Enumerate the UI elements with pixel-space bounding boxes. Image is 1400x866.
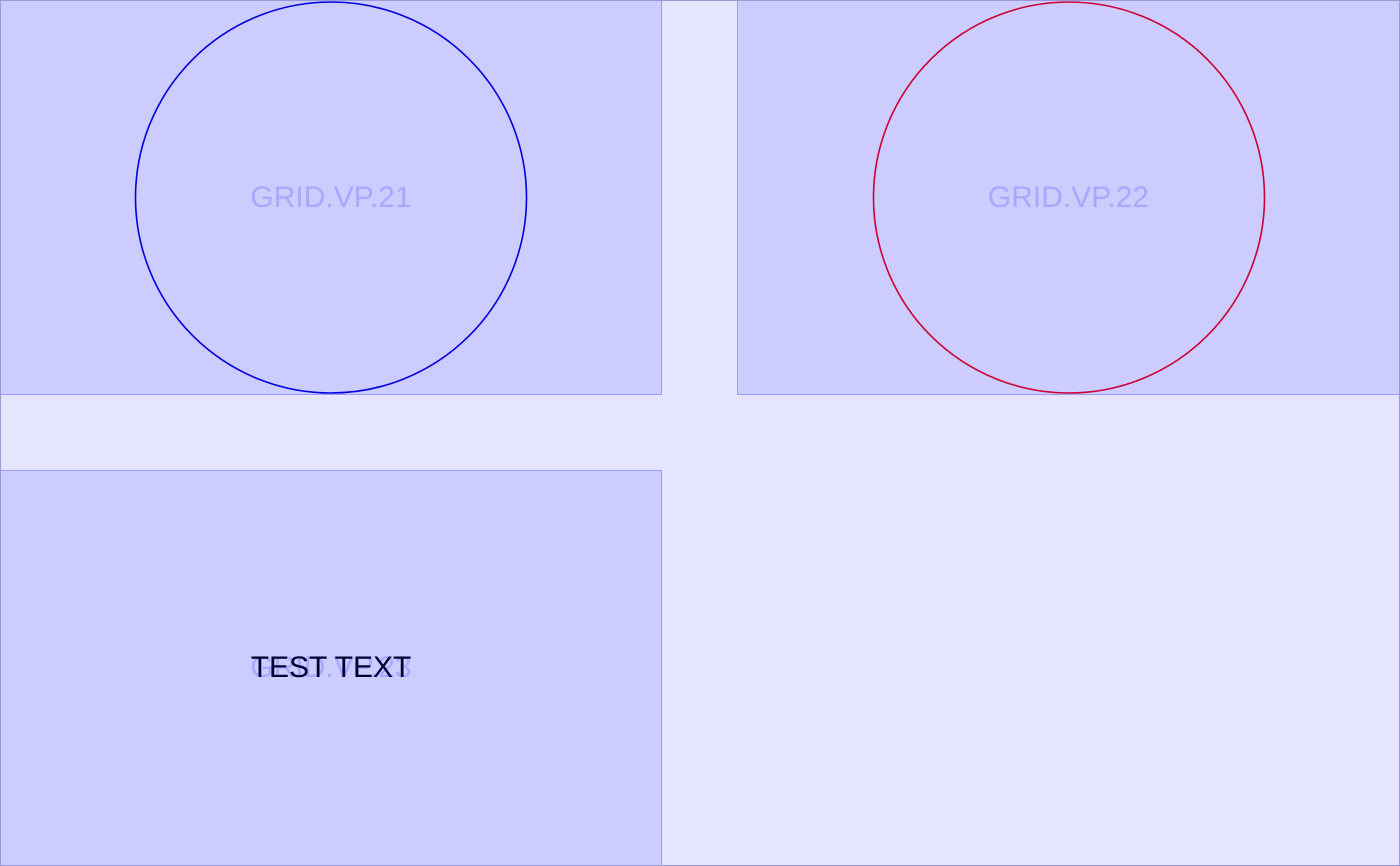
test-text: TEST TEXT: [250, 651, 412, 684]
viewport-21-circle-graphic: [134, 1, 528, 394]
blue-circle: [134, 1, 528, 394]
red-circle: [872, 1, 1266, 394]
viewport-21: GRID.VP.21: [0, 0, 662, 395]
viewport-22-circle-graphic: [872, 1, 1266, 394]
viewport-22: GRID.VP.22: [737, 0, 1400, 395]
viewport-23: GRID.VP.23 TEST TEXT: [0, 470, 662, 866]
grid-canvas: GRID.VP.21 GRID.VP.22 GRID.VP.23 TEST TE…: [0, 0, 1400, 866]
